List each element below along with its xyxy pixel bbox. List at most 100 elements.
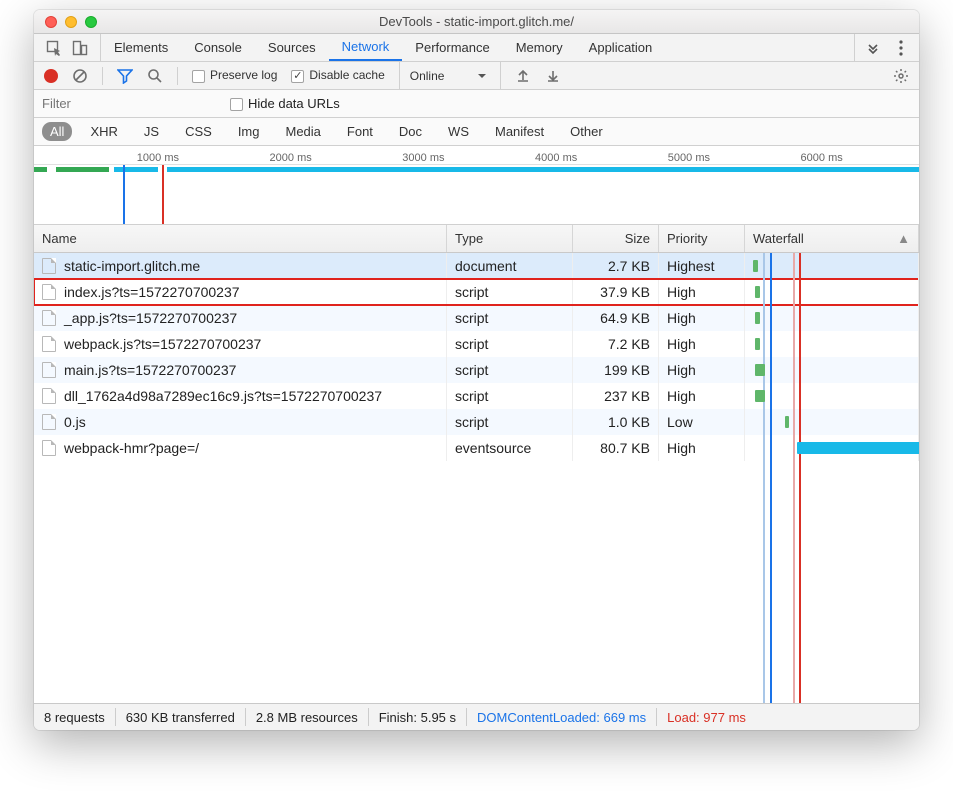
tab-elements[interactable]: Elements (101, 34, 181, 61)
request-priority: Highest (659, 253, 745, 279)
table-header: Name Type Size Priority Waterfall ▲ (34, 225, 919, 253)
tab-sources[interactable]: Sources (255, 34, 329, 61)
file-icon (42, 414, 56, 430)
title-bar: DevTools - static-import.glitch.me/ (34, 10, 919, 34)
status-resources: 2.8 MB resources (246, 710, 368, 725)
overview-timeline[interactable]: 1000 ms 2000 ms 3000 ms 4000 ms 5000 ms … (34, 146, 919, 225)
throttling-select[interactable]: Online (399, 62, 502, 89)
disable-cache-label: Disable cache (309, 68, 384, 82)
type-all[interactable]: All (42, 122, 72, 141)
table-row[interactable]: webpack.js?ts=1572270700237script7.2 KBH… (34, 331, 919, 357)
status-load: Load: 977 ms (657, 710, 756, 725)
type-other[interactable]: Other (562, 122, 611, 141)
request-size: 237 KB (573, 383, 659, 409)
throttling-label: Online (410, 69, 445, 83)
record-button[interactable] (44, 69, 58, 83)
gear-icon[interactable] (893, 68, 909, 84)
request-priority: High (659, 331, 745, 357)
request-waterfall (745, 383, 919, 409)
file-icon (42, 388, 56, 404)
clear-icon[interactable] (72, 68, 88, 84)
tab-application[interactable]: Application (576, 34, 666, 61)
request-name: webpack-hmr?page=/ (64, 440, 199, 456)
preserve-log-checkbox[interactable]: Preserve log (192, 68, 277, 82)
col-priority[interactable]: Priority (659, 225, 745, 252)
request-waterfall (745, 279, 919, 305)
status-dcl: DOMContentLoaded: 669 ms (467, 710, 656, 725)
request-size: 1.0 KB (573, 409, 659, 435)
col-waterfall[interactable]: Waterfall ▲ (745, 225, 919, 252)
table-row[interactable]: 0.jsscript1.0 KBLow (34, 409, 919, 435)
request-name: main.js?ts=1572270700237 (64, 362, 236, 378)
file-icon (42, 440, 56, 456)
type-manifest[interactable]: Manifest (487, 122, 552, 141)
tick-label: 1000 ms (137, 152, 179, 164)
request-size: 80.7 KB (573, 435, 659, 461)
request-size: 7.2 KB (573, 331, 659, 357)
filter-icon[interactable] (117, 68, 133, 84)
type-font[interactable]: Font (339, 122, 381, 141)
file-icon (42, 258, 56, 274)
request-size: 199 KB (573, 357, 659, 383)
tab-console[interactable]: Console (181, 34, 255, 61)
request-waterfall (745, 435, 919, 461)
hide-data-urls-label: Hide data URLs (248, 96, 340, 111)
file-icon (42, 336, 56, 352)
request-priority: High (659, 305, 745, 331)
table-row[interactable]: _app.js?ts=1572270700237script64.9 KBHig… (34, 305, 919, 331)
request-name: webpack.js?ts=1572270700237 (64, 336, 261, 352)
window-title: DevTools - static-import.glitch.me/ (34, 14, 919, 29)
file-icon (42, 362, 56, 378)
request-type: script (447, 305, 573, 331)
table-row[interactable]: index.js?ts=1572270700237script37.9 KBHi… (34, 279, 919, 305)
tick-label: 5000 ms (668, 152, 710, 164)
chevron-down-icon (474, 68, 490, 84)
tab-network[interactable]: Network (329, 34, 403, 61)
request-priority: High (659, 357, 745, 383)
tab-memory[interactable]: Memory (503, 34, 576, 61)
kebab-menu-icon[interactable] (893, 40, 909, 56)
type-xhr[interactable]: XHR (82, 122, 125, 141)
col-type[interactable]: Type (447, 225, 573, 252)
table-row[interactable]: dll_1762a4d98a7289ec16c9.js?ts=157227070… (34, 383, 919, 409)
request-name: dll_1762a4d98a7289ec16c9.js?ts=157227070… (64, 388, 382, 404)
request-type: document (447, 253, 573, 279)
filter-bar: Hide data URLs (34, 90, 919, 118)
table-row[interactable]: main.js?ts=1572270700237script199 KBHigh (34, 357, 919, 383)
tab-performance[interactable]: Performance (402, 34, 502, 61)
type-js[interactable]: JS (136, 122, 167, 141)
request-table: static-import.glitch.medocument2.7 KBHig… (34, 253, 919, 703)
request-waterfall (745, 253, 919, 279)
disable-cache-checkbox[interactable]: Disable cache (291, 68, 384, 82)
resource-type-filter: All XHR JS CSS Img Media Font Doc WS Manifest Othe… (34, 118, 919, 146)
search-icon[interactable] (147, 68, 163, 84)
col-size[interactable]: Size (573, 225, 659, 252)
download-icon[interactable] (545, 68, 561, 84)
preserve-log-label: Preserve log (210, 68, 277, 82)
tick-label: 4000 ms (535, 152, 577, 164)
request-priority: High (659, 435, 745, 461)
type-css[interactable]: CSS (177, 122, 220, 141)
device-icon[interactable] (72, 40, 88, 56)
status-bar: 8 requests 630 KB transferred 2.8 MB res… (34, 703, 919, 730)
request-waterfall (745, 331, 919, 357)
request-name: index.js?ts=1572270700237 (64, 284, 240, 300)
table-row[interactable]: static-import.glitch.medocument2.7 KBHig… (34, 253, 919, 279)
panel-tabs: ElementsConsoleSourcesNetworkPerformance… (34, 34, 919, 62)
type-ws[interactable]: WS (440, 122, 477, 141)
upload-icon[interactable] (515, 68, 531, 84)
more-panels-icon[interactable] (865, 40, 881, 56)
type-doc[interactable]: Doc (391, 122, 430, 141)
request-type: script (447, 409, 573, 435)
tick-label: 3000 ms (402, 152, 444, 164)
type-media[interactable]: Media (277, 122, 328, 141)
table-row[interactable]: webpack-hmr?page=/ eventsource80.7 KBHigh (34, 435, 919, 461)
filter-input[interactable] (42, 96, 212, 111)
request-priority: High (659, 383, 745, 409)
hide-data-urls-checkbox[interactable]: Hide data URLs (230, 96, 340, 111)
request-type: script (447, 383, 573, 409)
request-type: eventsource (447, 435, 573, 461)
col-name[interactable]: Name (34, 225, 447, 252)
inspect-icon[interactable] (46, 40, 62, 56)
type-img[interactable]: Img (230, 122, 268, 141)
